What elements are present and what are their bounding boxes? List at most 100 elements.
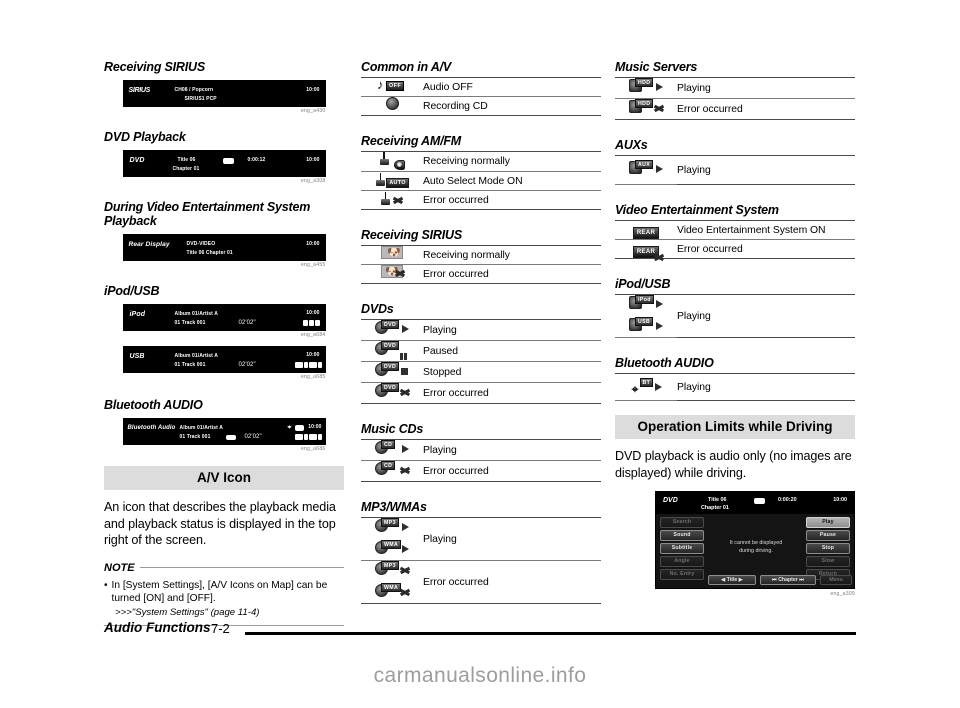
dvd-play-icon: DVD <box>361 319 423 341</box>
bullet-icon: • <box>104 579 108 591</box>
display-ipod: iPod Album 01/Artist A 01 Track 001 02'0… <box>104 304 344 338</box>
next-track-icon: ⏭ <box>799 576 804 583</box>
lcd-clock: 10:00 <box>306 87 320 93</box>
row-label: Error occurred <box>677 98 855 120</box>
prev-icon: ◀ <box>721 576 726 583</box>
table-row: HDD Error occurred <box>615 98 855 120</box>
manual-page: Receiving SIRIUS SIRIUS CH08 / Popcorn S… <box>0 0 960 708</box>
table-row: 🐶 Receiving normally <box>361 245 601 265</box>
antenna-radio-icon: ◉ <box>361 151 423 172</box>
disc-indicator-icon <box>225 435 236 442</box>
page-footer: Audio Functions 7-2 <box>0 620 960 650</box>
lcd-chapter: Chapter 01 <box>172 166 200 172</box>
dvd-button-angle[interactable]: Angle <box>660 556 704 567</box>
dvd-button-menu[interactable]: Menu <box>820 574 852 586</box>
dvd-button-stop[interactable]: Stop <box>806 543 850 554</box>
table-row: MP3 WMA Playing <box>361 517 601 561</box>
lcd-line2: 01 Track 001 <box>174 320 206 326</box>
lcd-line1: Album 01/Artist A <box>174 353 218 359</box>
dvd-button-chapter-nav[interactable]: ⏮ Chapter ⏭ <box>760 574 816 586</box>
group-heading-am-fm: Receiving AM/FM <box>361 134 462 148</box>
rear-error-icon: REAR <box>615 239 677 259</box>
dvd-button-title-nav[interactable]: ◀ Title ▶ <box>708 574 756 586</box>
lcd-brand: DVD <box>129 157 145 164</box>
column-right: Music Servers HDD Playing HDD Error occu… <box>615 60 855 597</box>
dvd-driving-screen: DVD Title 06 Chapter 01 0:00:20 10:00 Se… <box>655 491 855 590</box>
row-label: Playing <box>423 517 601 561</box>
bt-status-icon <box>294 434 322 442</box>
hdd-play-icon: HDD <box>615 77 677 99</box>
lcd-brand: SIRIUS <box>128 87 151 94</box>
lcd-line1: Album 01/Artist A <box>174 311 218 317</box>
lcd-brand: iPod <box>129 311 146 318</box>
icon-table-ves: REAR Video Entertainment System ON REAR … <box>615 220 855 259</box>
av-icon-body-text: An icon that describes the playback medi… <box>104 500 336 548</box>
dvd-time: 0:00:20 <box>778 497 797 504</box>
table-row: DVD Error occurred <box>361 382 601 404</box>
group-heading-ipod-usb: iPod/USB <box>615 277 671 291</box>
bluetooth-icon: ⌖ <box>287 424 292 431</box>
rear-on-icon: REAR <box>615 220 677 240</box>
lcd-clock: 10:00 <box>306 241 320 247</box>
dvd-button-sound[interactable]: Sound <box>660 530 704 541</box>
section-heading-receiving-sirius: Receiving SIRIUS <box>104 60 205 74</box>
dvd-button-title-label: Title <box>726 576 738 583</box>
column-left: Receiving SIRIUS SIRIUS CH08 / Popcorn S… <box>104 60 344 626</box>
display-ves-playback: Rear Display DVD-VIDEO Title 06 Chapter … <box>104 234 344 268</box>
lcd-line1: Album 01/Artist A <box>179 425 223 431</box>
display-usb: USB Album 01/Artist A 01 Track 001 02'02… <box>104 346 344 380</box>
dvd-button-search[interactable]: Search <box>660 517 704 528</box>
lcd-time: 02'02" <box>238 362 256 368</box>
dvd-pause-icon: DVD <box>361 340 423 362</box>
lcd-line2: SIRIUS1 PCP <box>184 96 217 102</box>
note-bullet-text: In [System Settings], [A/V Icons on Map]… <box>111 579 328 605</box>
bt-play-icon: ⌖ BT <box>615 373 677 401</box>
icon-table-sirius: 🐶 Receiving normally 🐶 Error occurred <box>361 245 601 284</box>
icon-table-am-fm: ◉ Receiving normally AUTO Auto Select Mo… <box>361 151 601 210</box>
row-label: Playing <box>677 77 855 99</box>
icon-table-ipod-usb: iPod USB Playing <box>615 294 855 338</box>
group-heading-dvds: DVDs <box>361 302 394 316</box>
note-reference[interactable]: >>>"System Settings" (page 11-4) <box>104 607 344 618</box>
cd-error-icon: CD <box>361 460 423 482</box>
dvd-button-play[interactable]: Play <box>806 517 850 528</box>
dvd-button-subtitle[interactable]: Subtitle <box>660 543 704 554</box>
table-row: DVD Playing <box>361 319 601 341</box>
antenna-auto-icon: AUTO <box>361 171 423 191</box>
table-row: 🐶 Error occurred <box>361 264 601 284</box>
row-label: Playing <box>677 294 855 338</box>
lcd-clock: 10:00 <box>306 310 320 316</box>
table-row: AUX Playing <box>615 155 855 185</box>
table-row: CD Error occurred <box>361 460 601 482</box>
dvd-error-icon: DVD <box>361 382 423 404</box>
row-label: Playing <box>423 319 601 341</box>
group-heading-mp3-wma: MP3/WMAs <box>361 500 427 514</box>
table-row: DVD Paused <box>361 340 601 362</box>
lcd-clock: 10:00 <box>306 157 320 163</box>
note-rule <box>139 567 344 569</box>
icon-table-dvds: DVD Playing DVD Paused DVD Stopped DVD E… <box>361 319 601 404</box>
row-label: Error occurred <box>423 382 601 404</box>
dvd-clock: 10:00 <box>833 497 847 504</box>
row-label: Playing <box>677 155 855 185</box>
dvd-button-slow[interactable]: Slow <box>806 556 850 567</box>
watermark: carmanualsonline.info <box>373 664 587 687</box>
dvd-button-pause[interactable]: Pause <box>806 530 850 541</box>
table-row: ⌖ BT Playing <box>615 373 855 401</box>
lcd-line2: 01 Track 001 <box>179 434 211 440</box>
lcd-clock: 10:00 <box>306 352 320 358</box>
row-label: Playing <box>423 439 601 461</box>
lcd-line2: Title 06 Chapter 01 <box>186 250 233 256</box>
table-row: iPod USB Playing <box>615 294 855 338</box>
row-label: Error occurred <box>423 460 601 482</box>
dvd-message-line2: during driving. <box>739 547 773 554</box>
lcd-time: 0:00:12 <box>247 157 266 163</box>
figure-caption: eng_a684 <box>300 332 326 338</box>
section-heading-dvd-playback: DVD Playback <box>104 130 186 144</box>
footer-page-number: 7-2 <box>211 621 230 636</box>
mp3-wma-error-icon: MP3 WMA <box>361 560 423 604</box>
dvd-button-no-entry[interactable]: No. Entry <box>660 569 704 580</box>
section-heading-ipod-usb: iPod/USB <box>104 284 160 298</box>
ipod-status-icon <box>302 320 320 328</box>
lcd-brand: Rear Display <box>128 241 170 248</box>
